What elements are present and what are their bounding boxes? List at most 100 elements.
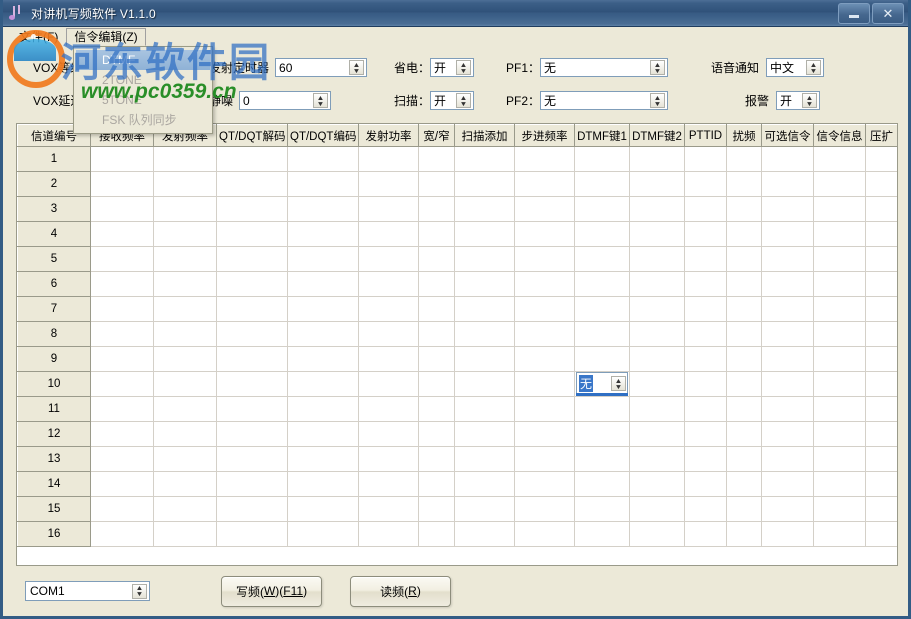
table-cell[interactable]: [358, 346, 419, 372]
table-cell[interactable]: [358, 496, 419, 522]
spinner-icon[interactable]: ▲▼: [611, 376, 626, 391]
table-cell[interactable]: [684, 446, 727, 472]
table-cell[interactable]: [454, 246, 515, 272]
table-cell[interactable]: [574, 521, 630, 547]
table-cell[interactable]: [216, 346, 288, 372]
squelch-combo[interactable]: 0 ▲ ▼: [239, 91, 332, 110]
column-header-10[interactable]: DTMF键2: [629, 124, 685, 147]
row-header-1[interactable]: 1: [17, 146, 91, 172]
row-header-15[interactable]: 15: [17, 496, 91, 522]
table-cell[interactable]: [865, 171, 897, 197]
table-cell[interactable]: [216, 171, 288, 197]
table-cell[interactable]: [514, 496, 575, 522]
table-cell[interactable]: [514, 521, 575, 547]
dropdown-item-fsk-queue-sync[interactable]: FSK 队列同步: [76, 110, 210, 130]
selected-cell-editor[interactable]: 无 ▲ ▼: [574, 371, 630, 397]
close-button[interactable]: ✕: [872, 3, 904, 24]
table-cell[interactable]: [90, 196, 154, 222]
spinner-icon[interactable]: ▲▼: [456, 60, 472, 75]
column-header-8[interactable]: 步进频率: [514, 124, 575, 147]
table-cell[interactable]: [153, 496, 217, 522]
table-cell[interactable]: [514, 446, 575, 472]
table-cell[interactable]: [90, 146, 154, 172]
column-header-14[interactable]: 信令信息: [813, 124, 866, 147]
write-frequency-button[interactable]: 写频(W)(F11): [221, 575, 322, 607]
table-cell[interactable]: [865, 346, 897, 372]
table-cell[interactable]: [418, 521, 455, 547]
table-cell[interactable]: [629, 396, 685, 422]
table-cell[interactable]: [684, 371, 727, 397]
table-cell[interactable]: [216, 471, 288, 497]
table-cell[interactable]: [684, 271, 727, 297]
table-cell[interactable]: [726, 371, 762, 397]
table-cell[interactable]: [813, 346, 866, 372]
table-cell[interactable]: [90, 396, 154, 422]
table-cell[interactable]: [726, 296, 762, 322]
table-cell[interactable]: [454, 271, 515, 297]
table-cell[interactable]: [90, 371, 154, 397]
table-cell[interactable]: [574, 221, 630, 247]
table-cell[interactable]: [726, 246, 762, 272]
table-cell[interactable]: [90, 221, 154, 247]
channel-table-container[interactable]: 信道编号 接收频率 发射频率 QT/DQT解码 QT/DQT编码 发射功率 宽/窄 扫描添加步…: [16, 123, 898, 566]
row-header-12[interactable]: 12: [17, 421, 91, 447]
table-cell[interactable]: [813, 146, 866, 172]
table-cell[interactable]: [761, 196, 814, 222]
table-cell[interactable]: [514, 171, 575, 197]
table-cell[interactable]: [358, 521, 419, 547]
table-cell[interactable]: [761, 146, 814, 172]
column-header-12[interactable]: 扰频: [726, 124, 762, 147]
row-header-3[interactable]: 3: [17, 196, 91, 222]
table-cell[interactable]: [418, 221, 455, 247]
table-cell[interactable]: [684, 396, 727, 422]
read-frequency-button[interactable]: 读频(R): [350, 575, 451, 607]
table-cell[interactable]: [726, 196, 762, 222]
pf2-combo[interactable]: 无 ▲ ▼: [540, 91, 669, 110]
table-cell[interactable]: [514, 396, 575, 422]
row-header-16[interactable]: 16: [17, 521, 91, 547]
table-cell[interactable]: [287, 221, 359, 247]
table-row[interactable]: 14: [17, 471, 897, 497]
table-cell[interactable]: [629, 371, 685, 397]
row-header-14[interactable]: 14: [17, 471, 91, 497]
scan-combo[interactable]: 开 ▲ ▼: [430, 91, 475, 110]
table-cell[interactable]: [454, 371, 515, 397]
table-cell[interactable]: [287, 396, 359, 422]
table-cell[interactable]: [287, 471, 359, 497]
table-cell[interactable]: [454, 321, 515, 347]
spinner-icon[interactable]: ▲▼: [650, 93, 666, 108]
table-cell[interactable]: [454, 346, 515, 372]
table-cell[interactable]: [287, 321, 359, 347]
table-cell[interactable]: [454, 421, 515, 447]
table-cell[interactable]: [514, 321, 575, 347]
column-header-13[interactable]: 可选信令: [761, 124, 814, 147]
table-cell[interactable]: [629, 146, 685, 172]
column-header-15[interactable]: 压扩: [865, 124, 897, 147]
table-cell[interactable]: [684, 496, 727, 522]
table-cell[interactable]: [90, 471, 154, 497]
table-row[interactable]: 16: [17, 521, 897, 547]
table-cell[interactable]: [358, 221, 419, 247]
table-cell[interactable]: [514, 296, 575, 322]
table-cell[interactable]: [153, 171, 217, 197]
table-cell[interactable]: [684, 196, 727, 222]
table-cell[interactable]: [216, 521, 288, 547]
table-cell[interactable]: [865, 471, 897, 497]
table-row[interactable]: 11: [17, 396, 897, 422]
spinner-icon[interactable]: ▲▼: [806, 60, 822, 75]
spinner-icon[interactable]: ▲▼: [456, 93, 472, 108]
table-row[interactable]: 8: [17, 321, 897, 347]
table-cell[interactable]: [358, 171, 419, 197]
table-cell[interactable]: [454, 471, 515, 497]
table-cell[interactable]: [153, 346, 217, 372]
table-cell[interactable]: [684, 296, 727, 322]
table-cell[interactable]: [514, 271, 575, 297]
spinner-icon[interactable]: ▲▼: [313, 93, 329, 108]
pf1-combo[interactable]: 无 ▲ ▼: [540, 58, 669, 77]
table-cell[interactable]: [684, 471, 727, 497]
table-cell[interactable]: [153, 396, 217, 422]
row-header-7[interactable]: 7: [17, 296, 91, 322]
table-cell[interactable]: [418, 271, 455, 297]
table-cell[interactable]: [761, 346, 814, 372]
table-cell[interactable]: [418, 321, 455, 347]
